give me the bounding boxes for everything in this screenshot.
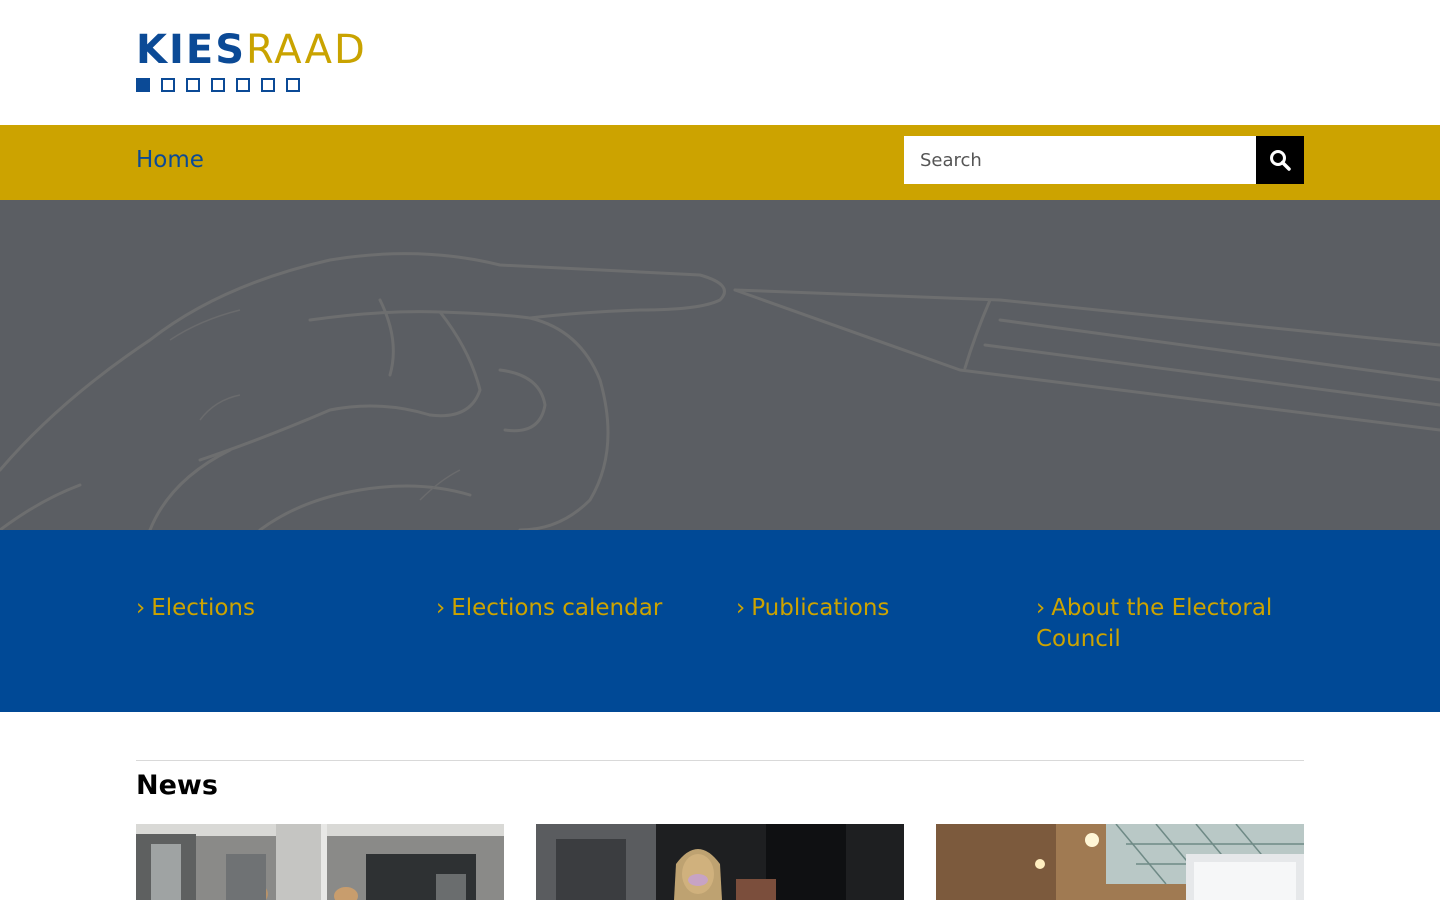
chevron-right-icon: › bbox=[436, 595, 446, 621]
logo-wordmark: KIESRAAD bbox=[136, 27, 365, 73]
news-image-3 bbox=[936, 824, 1304, 900]
news-heading: News bbox=[136, 770, 218, 801]
hand-pencil-illustration bbox=[0, 200, 1440, 530]
menu-link-about[interactable]: › About the Electoral Council bbox=[1036, 593, 1306, 655]
news-card-2[interactable] bbox=[536, 824, 904, 900]
nav-home-link[interactable]: Home bbox=[136, 147, 204, 173]
news-section: News bbox=[0, 712, 1440, 900]
news-image-1 bbox=[136, 824, 504, 900]
logo-square bbox=[211, 78, 225, 92]
search-input[interactable] bbox=[904, 136, 1256, 184]
logo-square bbox=[136, 78, 150, 92]
menu-link-publications[interactable]: › Publications bbox=[736, 593, 1006, 624]
menu-link-label: Elections calendar bbox=[451, 595, 663, 621]
search-button[interactable] bbox=[1256, 136, 1304, 184]
logo-square bbox=[161, 78, 175, 92]
news-card-3[interactable] bbox=[936, 824, 1304, 900]
logo-part-kies: KIES bbox=[136, 27, 247, 73]
kiesraad-logo[interactable]: KIESRAAD bbox=[136, 27, 365, 98]
menu-link-label: Elections bbox=[151, 595, 255, 621]
logo-square bbox=[236, 78, 250, 92]
news-card-1[interactable] bbox=[136, 824, 504, 900]
search-form bbox=[904, 136, 1304, 184]
menu-link-elections[interactable]: › Elections bbox=[136, 593, 406, 624]
logo-square bbox=[186, 78, 200, 92]
menu-link-label: About the Electoral Council bbox=[1036, 595, 1273, 652]
quick-links-band: › Elections › Elections calendar › Publicat… bbox=[0, 530, 1440, 712]
chevron-right-icon: › bbox=[136, 595, 146, 621]
news-divider bbox=[136, 760, 1304, 761]
menu-link-label: Publications bbox=[751, 595, 890, 621]
logo-square bbox=[286, 78, 300, 92]
menu-link-elections-calendar[interactable]: › Elections calendar bbox=[436, 593, 706, 624]
logo-square bbox=[261, 78, 275, 92]
hero-banner bbox=[0, 200, 1440, 530]
main-navbar: Home bbox=[0, 125, 1440, 200]
logo-part-raad: RAAD bbox=[246, 27, 367, 73]
chevron-right-icon: › bbox=[736, 595, 746, 621]
logo-squares bbox=[136, 78, 346, 92]
search-icon bbox=[1270, 150, 1291, 171]
chevron-right-icon: › bbox=[1036, 595, 1046, 621]
site-header: KIESRAAD bbox=[0, 0, 1440, 125]
news-image-2 bbox=[536, 824, 904, 900]
